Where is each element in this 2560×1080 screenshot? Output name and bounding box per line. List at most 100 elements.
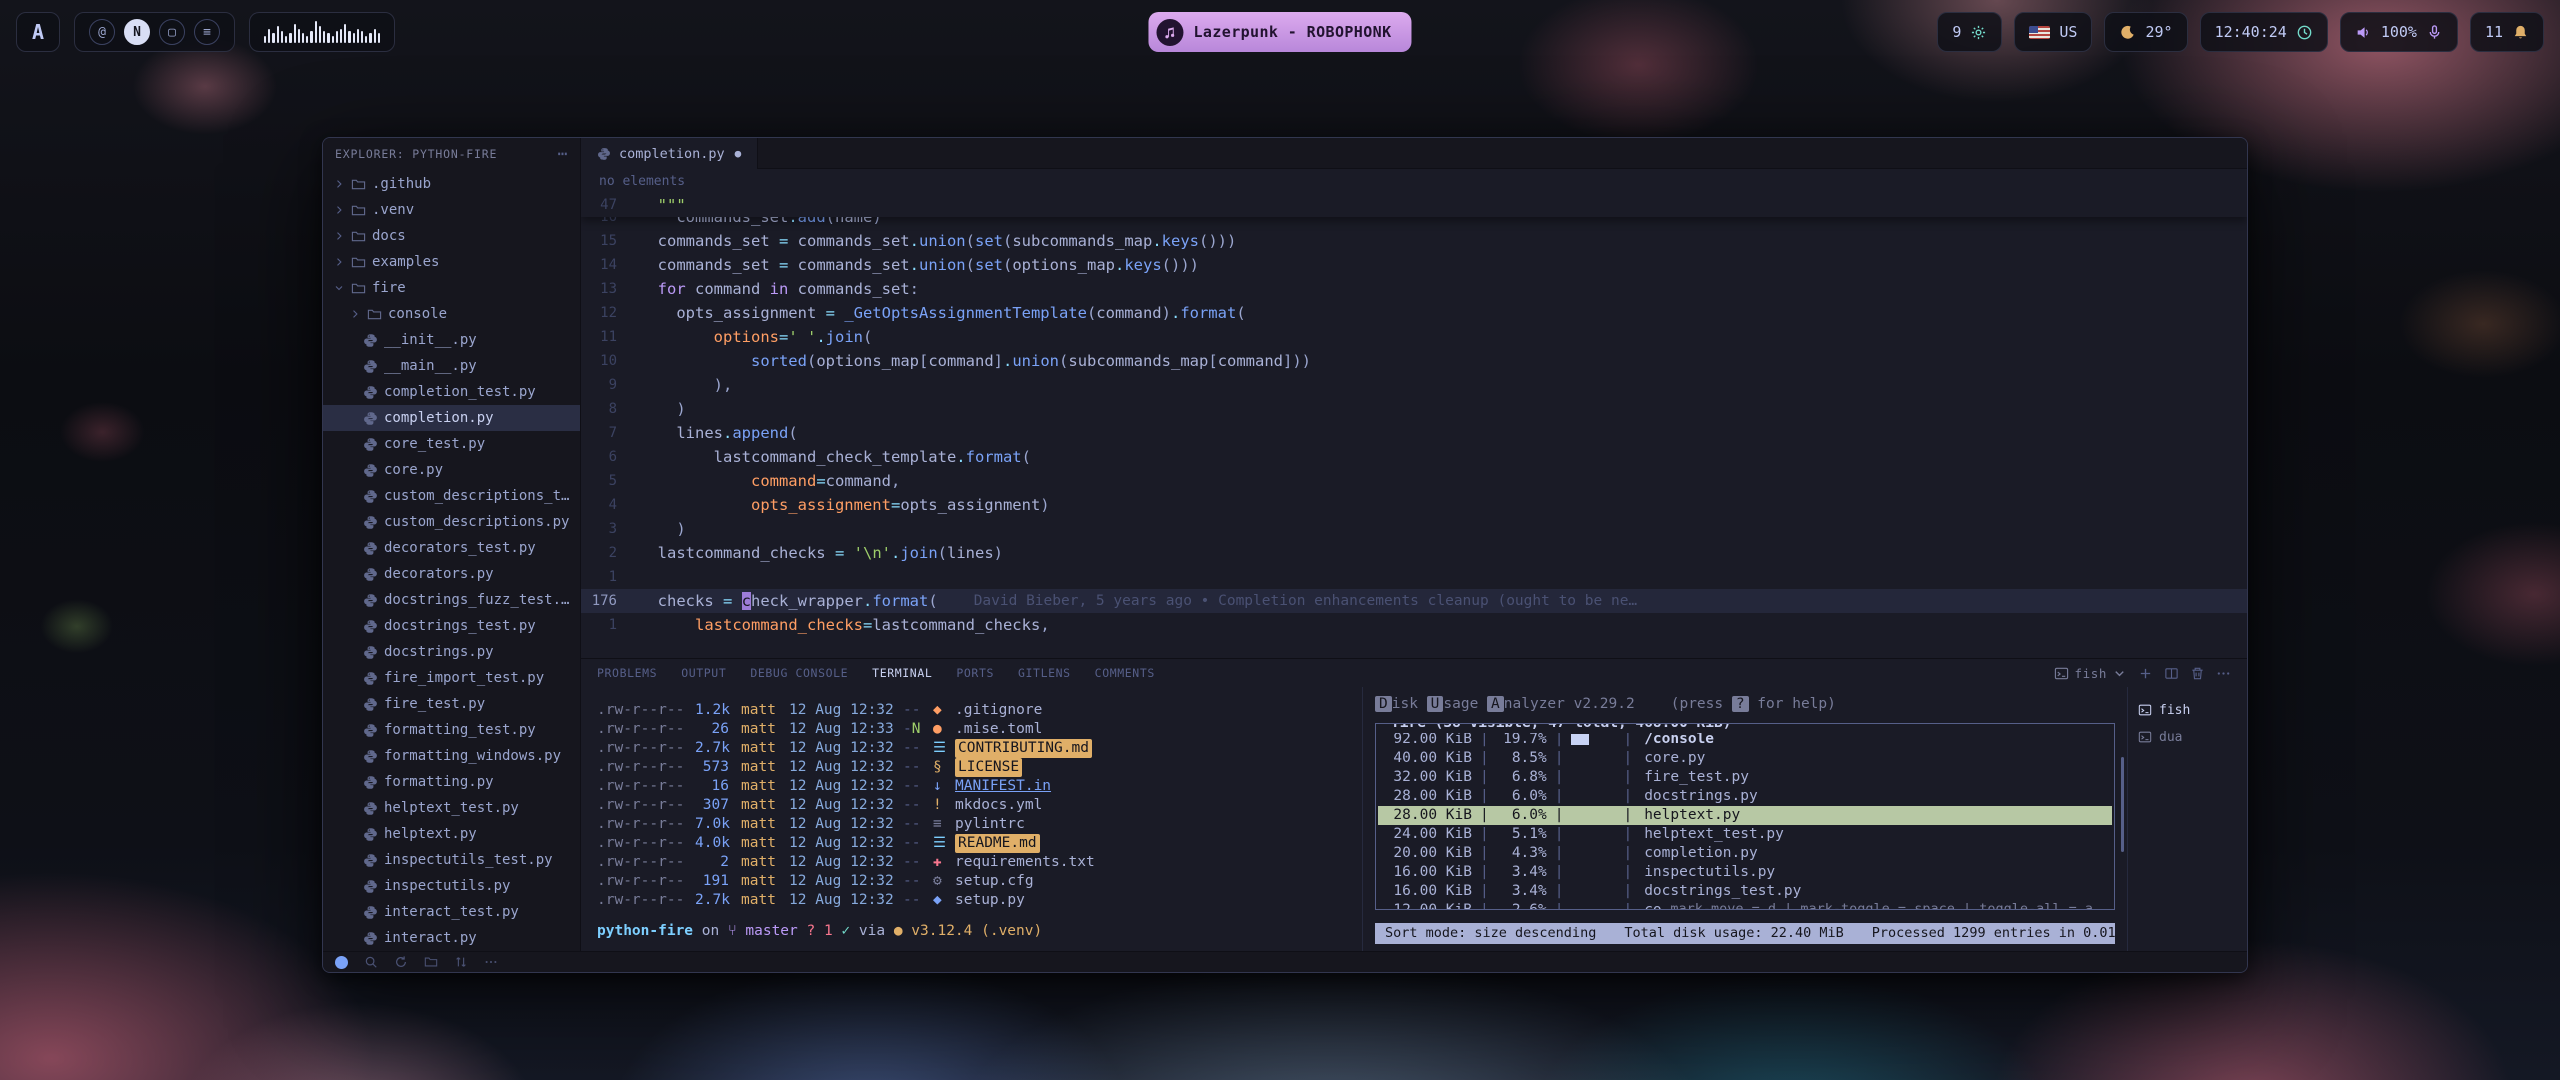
- sync-icon[interactable]: [394, 955, 408, 969]
- dua-row-fire_test.py[interactable]: 32.00 KiB|6.8%||fire_test.py: [1378, 768, 2112, 787]
- tree-item-__main__.py[interactable]: __main__.py: [323, 353, 580, 379]
- tree-item-docstrings_fuzz_test.py[interactable]: docstrings_fuzz_test.py: [323, 587, 580, 613]
- tree-item-interact_test.py[interactable]: interact_test.py: [323, 899, 580, 925]
- tree-item-label: interact.py: [384, 930, 477, 946]
- tree-item-formatting.py[interactable]: formatting.py: [323, 769, 580, 795]
- editor[interactable]: 47 """16 commands_set.add(name)15 comman…: [581, 193, 2247, 658]
- tree-item-completion_test.py[interactable]: completion_test.py: [323, 379, 580, 405]
- dua-row-helptext_test.py[interactable]: 24.00 KiB|5.1%||helptext_test.py: [1378, 825, 2112, 844]
- tree-item-decorators_test.py[interactable]: decorators_test.py: [323, 535, 580, 561]
- file-name[interactable]: .gitignore: [955, 701, 1042, 720]
- tree-item-custom_descriptions_test.py[interactable]: custom_descriptions_test.py: [323, 483, 580, 509]
- tree-item-interact.py[interactable]: interact.py: [323, 925, 580, 951]
- new-terminal-button[interactable]: [2138, 666, 2153, 681]
- dua-scrollbar[interactable]: [2121, 757, 2124, 852]
- file-name[interactable]: .mise.toml: [955, 720, 1042, 739]
- arrows-icon[interactable]: [454, 955, 468, 969]
- dua-percent: 6.0%: [1497, 787, 1547, 806]
- tree-item-fire[interactable]: fire: [323, 275, 580, 301]
- panel-tab-problems[interactable]: PROBLEMS: [597, 666, 657, 680]
- clock-widget[interactable]: 12:40:24: [2200, 12, 2328, 52]
- tree-item-completion.py[interactable]: completion.py: [323, 405, 580, 431]
- tree-item-console[interactable]: console: [323, 301, 580, 327]
- file-name[interactable]: requirements.txt: [955, 853, 1095, 872]
- dua-entry-name: core.py: [1640, 749, 1705, 768]
- dua-row-core.py[interactable]: 40.00 KiB|8.5%||core.py: [1378, 749, 2112, 768]
- dua-row-completion.py[interactable]: 20.00 KiB|4.3%||completion.py: [1378, 844, 2112, 863]
- panel-tab-gitlens[interactable]: GITLENS: [1018, 666, 1071, 680]
- terminal-tab-fish[interactable]: fish: [2138, 699, 2247, 721]
- tree-item-__init__.py[interactable]: __init__.py: [323, 327, 580, 353]
- split-terminal-button[interactable]: [2164, 666, 2179, 681]
- status-bar: [323, 951, 2247, 972]
- system-graph-widget[interactable]: [249, 12, 395, 52]
- search-icon[interactable]: [364, 955, 378, 969]
- python-file-icon: [363, 463, 378, 478]
- remote-indicator[interactable]: [335, 956, 348, 969]
- workspace-indicator-2[interactable]: N: [124, 19, 150, 45]
- file-name[interactable]: mkdocs.yml: [955, 796, 1042, 815]
- terminal-profile-dropdown[interactable]: fish: [2054, 666, 2127, 681]
- file-name[interactable]: setup.cfg: [955, 872, 1034, 891]
- updates-widget[interactable]: 9: [1937, 12, 2002, 52]
- file-name[interactable]: README.md: [955, 834, 1040, 853]
- code-text: commands_set = commands_set.union(set(op…: [639, 253, 1199, 277]
- more-actions-icon[interactable]: ⋯: [558, 144, 568, 163]
- tree-item-helptext.py[interactable]: helptext.py: [323, 821, 580, 847]
- file-name[interactable]: setup.py: [955, 891, 1025, 910]
- workspace-indicator-1[interactable]: @: [89, 19, 115, 45]
- file-name[interactable]: pylintrc: [955, 815, 1025, 834]
- tab-completion-py[interactable]: completion.py ●: [581, 138, 758, 169]
- tree-item-docs[interactable]: docs: [323, 223, 580, 249]
- code-text: lastcommand_checks=lastcommand_checks,: [639, 613, 1050, 637]
- file-name[interactable]: CONTRIBUTING.md: [955, 739, 1092, 758]
- notifications-widget[interactable]: 11: [2470, 12, 2544, 52]
- tree-item-docstrings_test.py[interactable]: docstrings_test.py: [323, 613, 580, 639]
- tree-item-formatting_windows.py[interactable]: formatting_windows.py: [323, 743, 580, 769]
- tree-item-.venv[interactable]: .venv: [323, 197, 580, 223]
- panel-more-icon[interactable]: [2216, 666, 2231, 681]
- tree-item-custom_descriptions.py[interactable]: custom_descriptions.py: [323, 509, 580, 535]
- breadcrumb[interactable]: no elements: [581, 169, 2247, 193]
- kill-terminal-button[interactable]: [2190, 666, 2205, 681]
- panel-tab-terminal[interactable]: TERMINAL: [872, 666, 932, 680]
- tree-item-inspectutils_test.py[interactable]: inspectutils_test.py: [323, 847, 580, 873]
- terminal-tab-dua[interactable]: dua: [2138, 726, 2247, 748]
- dua-row-inspectutils.py[interactable]: 16.00 KiB|3.4%||inspectutils.py: [1378, 863, 2112, 882]
- dua-percent: 3.4%: [1497, 863, 1547, 882]
- tree-item-inspectutils.py[interactable]: inspectutils.py: [323, 873, 580, 899]
- launcher-button[interactable]: A: [16, 12, 60, 52]
- editor-line: 13 for command in commands_set:: [581, 277, 2247, 301]
- panel-tab-ports[interactable]: PORTS: [956, 666, 994, 680]
- tree-item-core.py[interactable]: core.py: [323, 457, 580, 483]
- file-name[interactable]: LICENSE: [955, 758, 1022, 777]
- tree-item-docstrings.py[interactable]: docstrings.py: [323, 639, 580, 665]
- dua-row-docstrings_test.py[interactable]: 16.00 KiB|3.4%||docstrings_test.py: [1378, 882, 2112, 901]
- panel-tab-debug-console[interactable]: DEBUG CONSOLE: [750, 666, 848, 680]
- more-icon[interactable]: [484, 955, 498, 969]
- tree-item-helptext_test.py[interactable]: helptext_test.py: [323, 795, 580, 821]
- weather-widget[interactable]: 29°: [2104, 12, 2187, 52]
- volume-widget[interactable]: 100%: [2340, 12, 2458, 52]
- panel-tab-comments[interactable]: COMMENTS: [1095, 666, 1155, 680]
- tree-item-.github[interactable]: .github: [323, 171, 580, 197]
- editor-tab-bar: completion.py ●: [581, 138, 2247, 169]
- workspace-indicator-4[interactable]: ≡: [194, 19, 220, 45]
- tree-item-fire_test.py[interactable]: fire_test.py: [323, 691, 580, 717]
- now-playing-widget[interactable]: Lazerpunk - ROBOPHONK: [1148, 12, 1411, 52]
- dua-row-docstrings.py[interactable]: 28.00 KiB|6.0%||docstrings.py: [1378, 787, 2112, 806]
- panel-tab-output[interactable]: OUTPUT: [681, 666, 726, 680]
- editor-line: 5 command=command,: [581, 469, 2247, 493]
- tree-item-core_test.py[interactable]: core_test.py: [323, 431, 580, 457]
- dua-row-helptext.py[interactable]: 28.00 KiB|6.0%||helptext.py: [1378, 806, 2112, 825]
- tree-item-formatting_test.py[interactable]: formatting_test.py: [323, 717, 580, 743]
- file-name[interactable]: MANIFEST.in: [955, 777, 1051, 796]
- folder-icon[interactable]: [424, 955, 438, 969]
- tree-item-fire_import_test.py[interactable]: fire_import_test.py: [323, 665, 580, 691]
- terminal-pane[interactable]: .rw-r--r--1.2kmatt12 Aug 12:32--◆.gitign…: [581, 687, 1356, 951]
- tree-item-decorators.py[interactable]: decorators.py: [323, 561, 580, 587]
- tree-item-examples[interactable]: examples: [323, 249, 580, 275]
- workspace-indicator-3[interactable]: ▢: [159, 19, 185, 45]
- keyboard-layout-widget[interactable]: US: [2014, 12, 2092, 52]
- dua-pane[interactable]: Disk Usage Analyzer v2.29.2(press ? for …: [1362, 687, 2127, 951]
